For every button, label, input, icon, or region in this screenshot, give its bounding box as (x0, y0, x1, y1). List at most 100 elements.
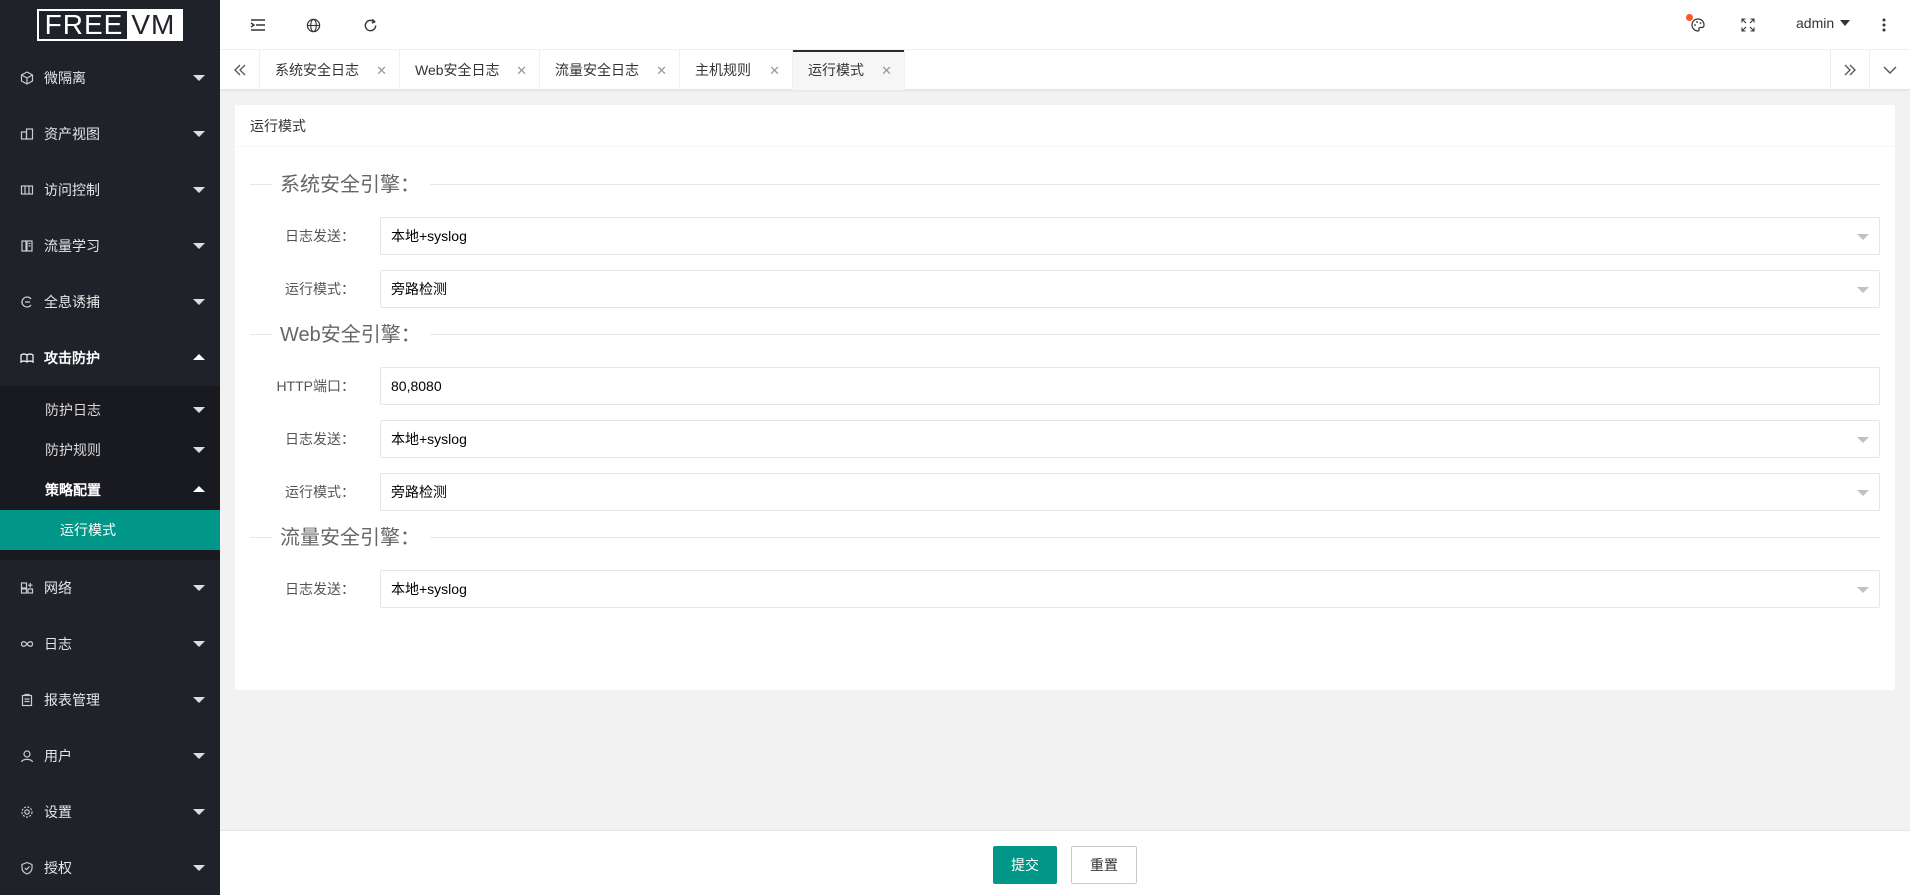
form-row-web-run-mode: 运行模式： 旁路检测 (235, 473, 1895, 511)
username: admin (1796, 15, 1835, 31)
chevron-down-icon (193, 447, 205, 453)
close-icon[interactable]: ✕ (881, 63, 892, 79)
chevron-down-icon (193, 75, 205, 81)
system-run-mode-select[interactable]: 旁路检测 (380, 270, 1880, 308)
logo-text-vm: VM (127, 11, 182, 39)
form-row-web-http-port: HTTP端口： 80,8080 (235, 367, 1895, 405)
sidebar-item-label: 访问控制 (44, 182, 100, 198)
sidebar-item-holographic-trap[interactable]: 全息诱捕 (0, 274, 220, 330)
field-label: 日志发送： (285, 228, 355, 244)
sidebar-item-traffic-learning[interactable]: 流量学习 (0, 218, 220, 274)
tab-label: 主机规则 (695, 62, 751, 78)
tab-system-security-log[interactable]: 系统安全日志 ✕ (260, 50, 400, 90)
sidebar-item-label: 全息诱捕 (44, 294, 100, 310)
fieldset-web-engine: Web安全引擎： (250, 322, 1880, 348)
logo-text-free: FREE (44, 9, 124, 40)
flow-log-send-select[interactable]: 本地+syslog (380, 570, 1880, 608)
reset-button[interactable]: 重置 (1071, 846, 1137, 884)
chevron-down-icon (193, 697, 205, 703)
system-log-send-select[interactable]: 本地+syslog (380, 217, 1880, 255)
sidebar-item-label: 设置 (44, 804, 72, 820)
subnav-item-label: 策略配置 (45, 482, 101, 498)
web-run-mode-select[interactable]: 旁路检测 (380, 473, 1880, 511)
dropdown-arrow-icon (1857, 490, 1869, 496)
theme-palette-icon[interactable] (1686, 14, 1708, 35)
sidebar-item-network[interactable]: 网络 (0, 560, 220, 616)
form-row-system-log-send: 日志发送： 本地+syslog (235, 217, 1895, 255)
subnav-item-protection-rules[interactable]: 防护规则 (0, 430, 220, 470)
globe-icon[interactable] (303, 15, 323, 35)
subnav-item-protection-log[interactable]: 防护日志 (0, 390, 220, 430)
refresh-icon[interactable] (360, 15, 380, 35)
sidebar-item-settings[interactable]: 设置 (0, 784, 220, 840)
select-value: 本地+syslog (391, 581, 467, 597)
tab-label: 运行模式 (808, 62, 864, 78)
chevron-down-icon (193, 187, 205, 193)
dropdown-arrow-icon (1857, 287, 1869, 293)
tab-host-rules[interactable]: 主机规则 ✕ (680, 50, 793, 90)
fieldset-system-engine: 系统安全引擎： (250, 172, 1880, 198)
form-row-system-run-mode: 运行模式： 旁路检测 (235, 270, 1895, 308)
chevron-up-icon (193, 486, 205, 492)
sidebar-item-label: 网络 (44, 580, 72, 596)
tabs-scroll-right-icon[interactable] (1830, 50, 1870, 90)
fieldset-flow-engine: 流量安全引擎： (250, 525, 1880, 551)
submit-button[interactable]: 提交 (993, 846, 1057, 884)
close-icon[interactable]: ✕ (516, 63, 527, 79)
field-label: HTTP端口： (276, 378, 355, 394)
chevron-up-icon (193, 354, 205, 360)
user-menu[interactable]: admin (1796, 15, 1851, 31)
tab-web-security-log[interactable]: Web安全日志 ✕ (400, 50, 540, 90)
input-value: 80,8080 (391, 378, 442, 394)
fieldset-legend: 系统安全引擎： (280, 174, 420, 196)
sidebar-item-user[interactable]: 用户 (0, 728, 220, 784)
chevron-down-icon (193, 299, 205, 305)
chevron-down-icon (193, 243, 205, 249)
subnav-item-run-mode[interactable]: 运行模式 (0, 510, 220, 550)
logo-box: FREE VM (36, 9, 184, 41)
trap-icon (20, 295, 34, 309)
card-title: 运行模式 (235, 105, 1895, 147)
sidebar-item-asset-view[interactable]: 资产视图 (0, 106, 220, 162)
sidebar-item-access-control[interactable]: 访问控制 (0, 162, 220, 218)
more-vertical-icon[interactable] (1874, 15, 1894, 35)
infinity-icon (20, 637, 34, 651)
fullscreen-icon[interactable] (1738, 15, 1758, 35)
close-icon[interactable]: ✕ (769, 63, 780, 79)
tab-label: 系统安全日志 (275, 62, 359, 78)
sidebar-item-authorization[interactable]: 授权 (0, 840, 220, 895)
close-icon[interactable]: ✕ (656, 63, 667, 79)
form-footer: 提交 重置 (220, 830, 1910, 895)
tab-label: 流量安全日志 (555, 62, 639, 78)
tab-traffic-security-log[interactable]: 流量安全日志 ✕ (540, 50, 680, 90)
tabs-menu-chevron-down-icon[interactable] (1870, 50, 1910, 90)
chevron-down-icon (1840, 20, 1851, 26)
tab-run-mode[interactable]: 运行模式 ✕ (793, 50, 905, 90)
fieldset-legend: 流量安全引擎： (280, 527, 420, 549)
sidebar-item-label: 微隔离 (44, 70, 86, 86)
select-value: 旁路检测 (391, 281, 447, 297)
tab-label: Web安全日志 (415, 62, 500, 78)
tabs-scroll-left-icon[interactable] (220, 50, 260, 90)
sidebar-item-label: 攻击防护 (44, 350, 100, 366)
chevron-down-icon (193, 585, 205, 591)
network-icon (20, 581, 34, 595)
dropdown-arrow-icon (1857, 437, 1869, 443)
sidebar-item-label: 授权 (44, 860, 72, 876)
sidebar-item-log[interactable]: 日志 (0, 616, 220, 672)
menu-collapse-icon[interactable] (248, 15, 268, 35)
chevron-down-icon (193, 753, 205, 759)
subnav-item-label: 运行模式 (60, 522, 116, 538)
form-row-flow-log-send: 日志发送： 本地+syslog (235, 570, 1895, 608)
web-log-send-select[interactable]: 本地+syslog (380, 420, 1880, 458)
cube-icon (20, 71, 34, 85)
http-port-input[interactable]: 80,8080 (380, 367, 1880, 405)
sidebar-item-report-management[interactable]: 报表管理 (0, 672, 220, 728)
close-icon[interactable]: ✕ (376, 63, 387, 79)
sidebar-item-attack-protection[interactable]: 攻击防护 (0, 330, 220, 386)
subnav-item-policy-config[interactable]: 策略配置 (0, 470, 220, 510)
chevron-down-icon (193, 407, 205, 413)
subnav-item-label: 防护规则 (45, 442, 101, 458)
sidebar-item-micro-isolation[interactable]: 微隔离 (0, 50, 220, 106)
select-value: 旁路检测 (391, 484, 447, 500)
